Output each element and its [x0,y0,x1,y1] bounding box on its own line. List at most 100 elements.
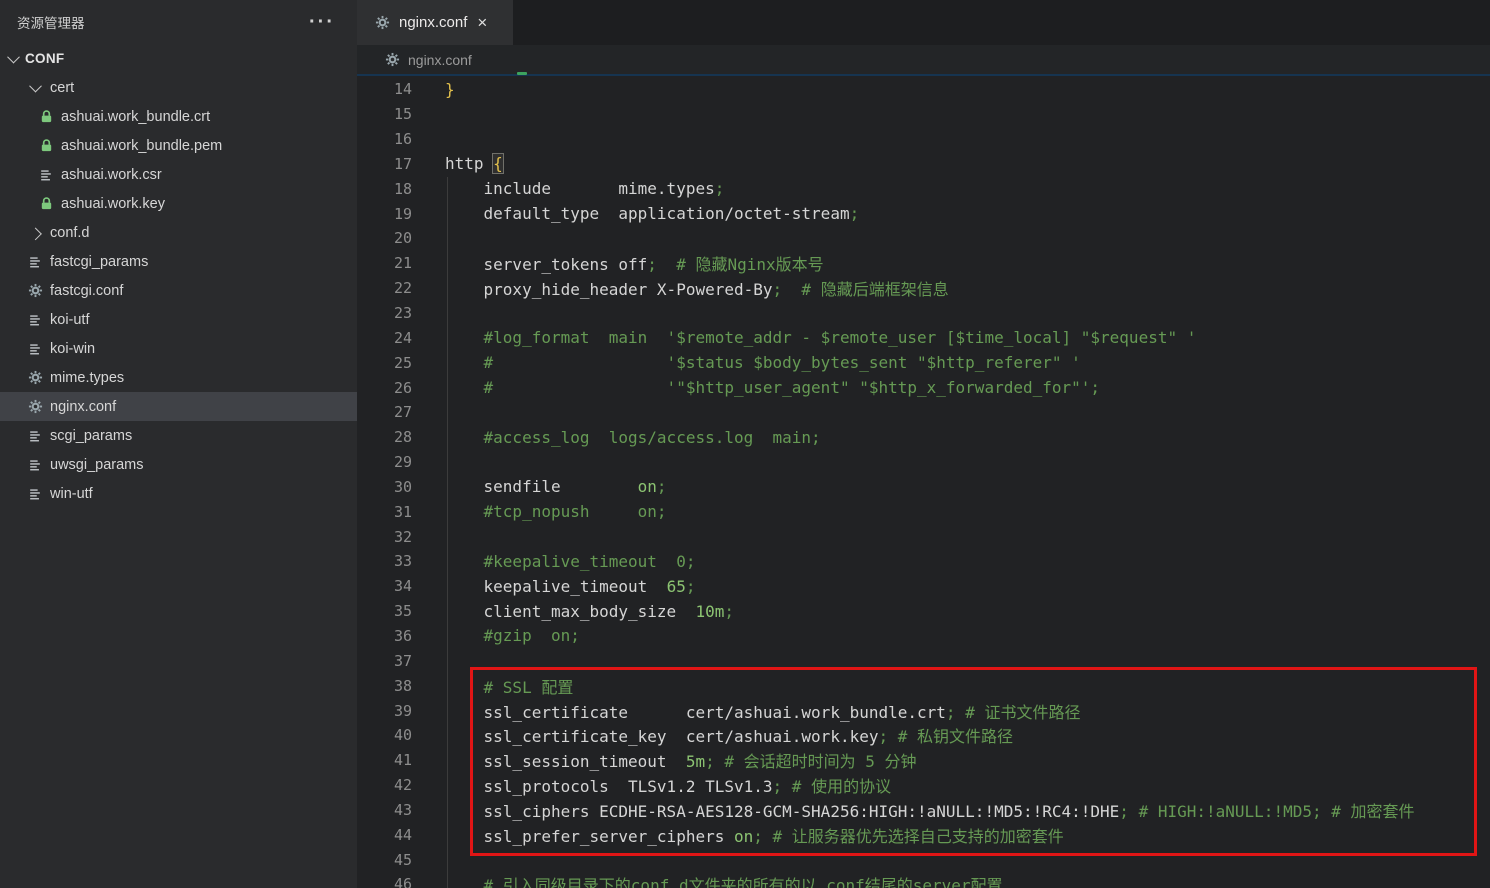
tree-item-label: nginx.conf [50,398,117,415]
tree-item-label: scgi_params [50,427,133,444]
line-number: 25 [393,353,412,372]
code-line-42[interactable]: 42 ssl_protocols TLSv1.2 TLSv1.3; # 使用的协… [357,773,1490,798]
code-line-19[interactable]: 19 default_type application/octet-stream… [357,201,1490,226]
lock-icon [38,138,54,154]
line-content: # '$status $body_bytes_sent "$http_refer… [445,353,1081,373]
code-line-41[interactable]: 41 ssl_session_timeout 5m; # 会话超时时间为 5 分… [357,748,1490,773]
tree-item-conf-d[interactable]: conf.d [0,218,357,247]
code-line-20[interactable]: 20 [357,226,1490,251]
tree-item-win-utf[interactable]: win-utf [0,479,357,508]
tree-item-nginx-conf[interactable]: nginx.conf [0,392,357,421]
tree-item-fastcgi-params[interactable]: fastcgi_params [0,247,357,276]
line-number: 20 [393,229,412,248]
tree-item-mime-types[interactable]: mime.types [0,363,357,392]
code-line-35[interactable]: 35 client_max_body_size 10m; [357,599,1490,624]
code-line-29[interactable]: 29 [357,450,1490,475]
line-number: 36 [393,626,412,645]
line-number: 41 [393,751,412,770]
line-number: 33 [393,552,412,571]
line-number: 38 [393,676,412,695]
code-line-36[interactable]: 36 #gzip on; [357,624,1490,649]
vscode-window: 资源管理器 ··· CONF cert ashuai.work_bundle.cr… [0,0,1490,888]
tree-item-cert[interactable]: cert [0,73,357,102]
tab-nginx-conf[interactable]: nginx.conf × [357,0,513,45]
tree-item-ashuai-work-bundle-pem[interactable]: ashuai.work_bundle.pem [0,131,357,160]
code-line-37[interactable]: 37 [357,648,1490,673]
code-line-21[interactable]: 21 server_tokens off; # 隐藏Nginx版本号 [357,251,1490,276]
code-line-15[interactable]: 15 [357,102,1490,127]
code-line-26[interactable]: 26 # '"$http_user_agent" "$http_x_forwar… [357,375,1490,400]
tree-item-ashuai-work-key[interactable]: ashuai.work.key [0,189,357,218]
more-actions-icon[interactable]: ··· [309,12,335,32]
code-line-17[interactable]: 17 http { [357,152,1490,177]
code-line-16[interactable]: 16 [357,127,1490,152]
code-area[interactable]: 14} 15 16 17 http {18 include mime.types; 19 … [357,77,1490,888]
close-icon[interactable]: × [477,14,487,31]
line-number: 39 [393,701,412,720]
file-icon [27,457,43,473]
code-line-39[interactable]: 39 ssl_certificate cert/ashuai.work_bund… [357,698,1490,723]
line-content: #keepalive_timeout 0; [445,551,696,571]
line-number: 46 [393,875,412,888]
line-number: 14 [393,80,412,99]
file-icon [27,341,43,357]
tree-item-fastcgi-conf[interactable]: fastcgi.conf [0,276,357,305]
line-content: default_type application/octet-stream; [445,204,860,224]
code-line-40[interactable]: 40 ssl_certificate_key cert/ashuai.work.… [357,723,1490,748]
code-line-25[interactable]: 25 # '$status $body_bytes_sent "$http_re… [357,350,1490,375]
code-line-14[interactable]: 14} [357,77,1490,102]
chevron-down-icon [7,50,20,64]
breadcrumb[interactable]: nginx.conf [357,45,1490,76]
code-line-32[interactable]: 32 [357,524,1490,549]
tree-item-ashuai-work-bundle-crt[interactable]: ashuai.work_bundle.crt [0,102,357,131]
line-number: 24 [393,328,412,347]
tree-root-conf[interactable]: CONF [0,44,357,73]
code-line-33[interactable]: 33 #keepalive_timeout 0; [357,549,1490,574]
code-line-27[interactable]: 27 [357,400,1490,425]
tab-bar: nginx.conf × [357,0,1490,45]
explorer-header: 资源管理器 ··· [0,0,357,44]
line-content: ssl_protocols TLSv1.2 TLSv1.3; # 使用的协议 [445,777,892,797]
tree-item-label: win-utf [50,485,93,502]
line-content: include mime.types; [445,179,725,199]
tree-item-label: mime.types [50,369,125,386]
code-line-46[interactable]: 46 # 引入同级目录下的conf.d文件夹的所有的以 conf结尾的serve… [357,872,1490,888]
code-line-31[interactable]: 31 #tcp_nopush on; [357,499,1490,524]
line-number: 34 [393,577,412,596]
root-folder-label: CONF [25,51,65,66]
code-line-24[interactable]: 24 #log_format main '$remote_addr - $rem… [357,325,1490,350]
line-number: 28 [393,428,412,447]
file-icon [27,428,43,444]
line-content: ssl_certificate cert/ashuai.work_bundle.… [445,702,1081,722]
line-content: # '"$http_user_agent" "$http_x_forwarded… [445,378,1101,398]
code-line-38[interactable]: 38 # SSL 配置 [357,673,1490,698]
line-content: # SSL 配置 [445,677,574,697]
code-line-34[interactable]: 34 keepalive_timeout 65; [357,574,1490,599]
line-content: ssl_session_timeout 5m; # 会话超时时间为 5 分钟 [445,752,917,772]
line-content: keepalive_timeout 65; [445,576,696,596]
code-line-44[interactable]: 44 ssl_prefer_server_ciphers on; # 让服务器优… [357,822,1490,847]
tree-item-uwsgi-params[interactable]: uwsgi_params [0,450,357,479]
code-line-22[interactable]: 22 proxy_hide_header X-Powered-By; # 隐藏后… [357,276,1490,301]
code-line-18[interactable]: 18 include mime.types; [357,176,1490,201]
line-number: 17 [393,154,412,173]
code-line-30[interactable]: 30 sendfile on; [357,475,1490,500]
line-number: 45 [393,850,412,869]
code-line-43[interactable]: 43 ssl_ciphers ECDHE-RSA-AES128-GCM-SHA2… [357,797,1490,822]
tree-item-label: cert [50,79,75,96]
line-content: server_tokens off; # 隐藏Nginx版本号 [445,255,824,275]
line-content: proxy_hide_header X-Powered-By; # 隐藏后端框架… [445,280,949,300]
line-content: #access_log logs/access.log main; [445,427,821,447]
code-line-23[interactable]: 23 [357,301,1490,326]
tree-item-label: ashuai.work_bundle.pem [61,137,223,154]
tree-item-label: koi-utf [50,311,90,328]
tree-item-ashuai-work-csr[interactable]: ashuai.work.csr [0,160,357,189]
file-icon [38,167,54,183]
tree-item-scgi-params[interactable]: scgi_params [0,421,357,450]
file-icon [27,312,43,328]
tree-item-koi-win[interactable]: koi-win [0,334,357,363]
code-line-28[interactable]: 28 #access_log logs/access.log main; [357,425,1490,450]
line-content: #tcp_nopush on; [445,502,667,522]
code-line-45[interactable]: 45 [357,847,1490,872]
tree-item-koi-utf[interactable]: koi-utf [0,305,357,334]
